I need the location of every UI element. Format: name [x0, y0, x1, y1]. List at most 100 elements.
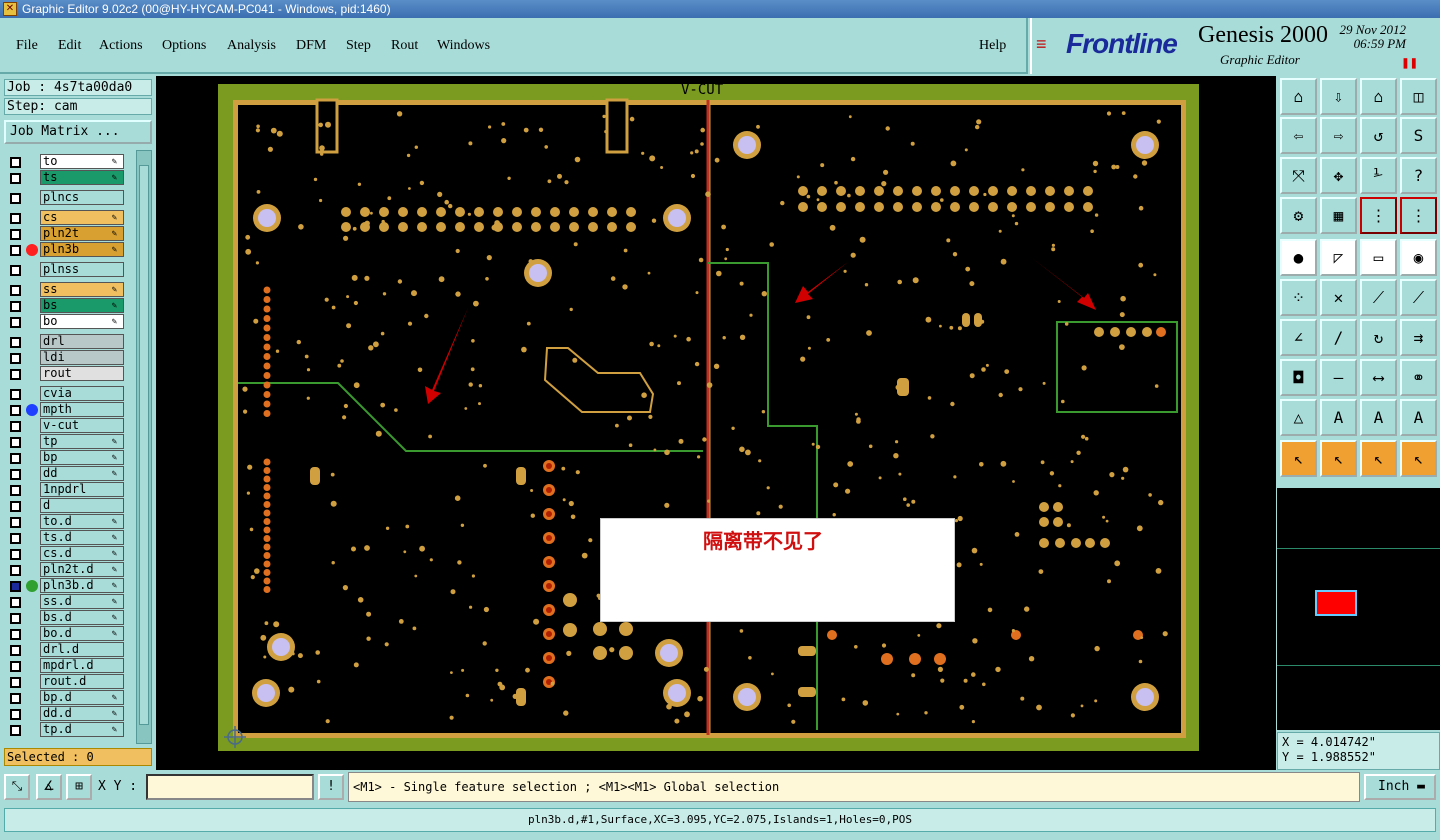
layer-row[interactable]: ss ✎ — [4, 282, 128, 298]
layer-row[interactable]: mpdrl.d — [4, 658, 128, 674]
layer-row[interactable]: rout.d — [4, 674, 128, 690]
layer-name[interactable]: ts.d ✎ — [40, 530, 124, 545]
layer-checkbox[interactable] — [10, 245, 21, 256]
zoom-home-icon[interactable]: ⌂ — [1280, 78, 1317, 115]
layer-name[interactable]: dd.d ✎ — [40, 706, 124, 721]
snap-mode-icon[interactable]: ⤡ — [4, 774, 30, 800]
pad-icon[interactable]: ◘ — [1280, 359, 1317, 396]
layer-row[interactable]: ss.d ✎ — [4, 594, 128, 610]
layer-checkbox[interactable] — [10, 709, 21, 720]
layer-checkbox[interactable] — [10, 629, 21, 640]
xy-input[interactable] — [146, 774, 314, 800]
layer-row[interactable]: pln2t.d ✎ — [4, 562, 128, 578]
menu-dfm[interactable]: DFM — [296, 38, 326, 54]
triangle-a-icon[interactable]: A — [1320, 399, 1357, 436]
layer-name[interactable]: v-cut — [40, 418, 124, 433]
flip-icon[interactable]: ⇉ — [1400, 319, 1437, 356]
layer-name[interactable]: ts ✎ — [40, 170, 124, 185]
layer-name[interactable]: plncs — [40, 190, 124, 205]
layer-row[interactable]: bs ✎ — [4, 298, 128, 314]
unit-select[interactable]: Inch ▬ — [1364, 774, 1436, 800]
menu-help[interactable]: Help — [979, 38, 1006, 54]
line-icon[interactable]: — — [1320, 359, 1357, 396]
connect-icon[interactable]: ⁘ — [1280, 279, 1317, 316]
layer-name[interactable]: bp.d ✎ — [40, 690, 124, 705]
layer-row[interactable]: ts ✎ — [4, 170, 128, 186]
layer-row[interactable]: tp.d ✎ — [4, 722, 128, 738]
arc-icon[interactable]: ↻ — [1360, 319, 1397, 356]
layer-name[interactable]: mpdrl.d — [40, 658, 124, 673]
layer-checkbox[interactable] — [10, 485, 21, 496]
layer-checkbox[interactable] — [10, 645, 21, 656]
zoom-fit-icon[interactable]: ⤧ — [1280, 157, 1317, 194]
layer-row[interactable]: pln3b ✎ — [4, 242, 128, 258]
add-feature-icon[interactable]: ● — [1280, 239, 1317, 276]
layer-row[interactable]: v-cut — [4, 418, 128, 434]
grid-icon[interactable]: ▦ — [1320, 197, 1357, 234]
layer-checkbox[interactable] — [10, 285, 21, 296]
layer-row[interactable]: to.d ✎ — [4, 514, 128, 530]
layer-row[interactable]: drl.d — [4, 642, 128, 658]
angle-icon[interactable]: ∠ — [1280, 319, 1317, 356]
layer-checkbox[interactable] — [10, 581, 21, 592]
triangle-c-icon[interactable]: A — [1400, 399, 1437, 436]
angle-mode-icon[interactable]: ∡ — [36, 774, 62, 800]
layer-checkbox[interactable] — [10, 597, 21, 608]
ruler-icon[interactable]: ▭ — [1360, 239, 1397, 276]
pointer-net-icon[interactable]: ↖ — [1400, 440, 1437, 477]
layer-checkbox[interactable] — [10, 533, 21, 544]
layer-checkbox[interactable] — [10, 265, 21, 276]
menu-step[interactable]: Step — [346, 38, 371, 54]
layer-name[interactable]: drl — [40, 334, 124, 349]
layer-name[interactable]: pln3b ✎ — [40, 242, 124, 257]
layer-checkbox[interactable] — [10, 725, 21, 736]
layer-name[interactable]: pln2t.d ✎ — [40, 562, 124, 577]
layer-checkbox[interactable] — [10, 301, 21, 312]
layer-row[interactable]: rout — [4, 366, 128, 382]
layer-name[interactable]: tp.d ✎ — [40, 722, 124, 737]
layer-row[interactable]: bo.d ✎ — [4, 626, 128, 642]
layer-checkbox[interactable] — [10, 693, 21, 704]
layer-row[interactable]: ldi — [4, 350, 128, 366]
layer-name[interactable]: 1npdrl — [40, 482, 124, 497]
select-dot-icon[interactable]: ◉ — [1400, 239, 1437, 276]
snap-right-icon[interactable]: ⋮ — [1400, 197, 1437, 234]
layer-row[interactable]: bs.d ✎ — [4, 610, 128, 626]
minimap-viewport[interactable] — [1315, 590, 1357, 616]
layer-checkbox[interactable] — [10, 193, 21, 204]
layer-checkbox[interactable] — [10, 229, 21, 240]
layer-row[interactable]: pln3b.d ✎ — [4, 578, 128, 594]
layer-name[interactable]: plnss — [40, 262, 124, 277]
layer-name[interactable]: bs ✎ — [40, 298, 124, 313]
layer-name[interactable]: rout — [40, 366, 124, 381]
graphic-canvas[interactable]: V-CUT 隔离带不见了 — [156, 76, 1276, 770]
layer-checkbox[interactable] — [10, 405, 21, 416]
triangle-b-icon[interactable]: A — [1360, 399, 1397, 436]
minimap[interactable] — [1277, 486, 1440, 730]
layer-name[interactable]: mpth — [40, 402, 124, 417]
layer-checkbox[interactable] — [10, 421, 21, 432]
layer-name[interactable]: bs.d ✎ — [40, 610, 124, 625]
zoom-center-icon[interactable]: ✥ — [1320, 157, 1357, 194]
layer-name[interactable]: rout.d — [40, 674, 124, 689]
layer-name[interactable]: ldi — [40, 350, 124, 365]
pan-right-icon[interactable]: ⇨ — [1320, 117, 1357, 154]
pan-window-icon[interactable]: ◫ — [1400, 78, 1437, 115]
pointer-select-icon[interactable]: ↖ — [1360, 440, 1397, 477]
layer-checkbox[interactable] — [10, 213, 21, 224]
layer-row[interactable]: d — [4, 498, 128, 514]
layer-checkbox[interactable] — [10, 157, 21, 168]
layer-checkbox[interactable] — [10, 565, 21, 576]
warning-icon[interactable]: ! — [318, 774, 344, 800]
layer-checkbox[interactable] — [10, 549, 21, 560]
job-matrix-button[interactable]: Job Matrix ... — [4, 120, 152, 144]
layer-name[interactable]: ss.d ✎ — [40, 594, 124, 609]
layer-row[interactable]: mpth — [4, 402, 128, 418]
layer-checkbox[interactable] — [10, 677, 21, 688]
layer-scrollbar[interactable] — [136, 150, 152, 744]
layer-name[interactable]: tp ✎ — [40, 434, 124, 449]
layer-checkbox[interactable] — [10, 469, 21, 480]
menu-edit[interactable]: Edit — [58, 38, 81, 54]
layer-checkbox[interactable] — [10, 501, 21, 512]
zoom-down-icon[interactable]: ⇩ — [1320, 78, 1357, 115]
